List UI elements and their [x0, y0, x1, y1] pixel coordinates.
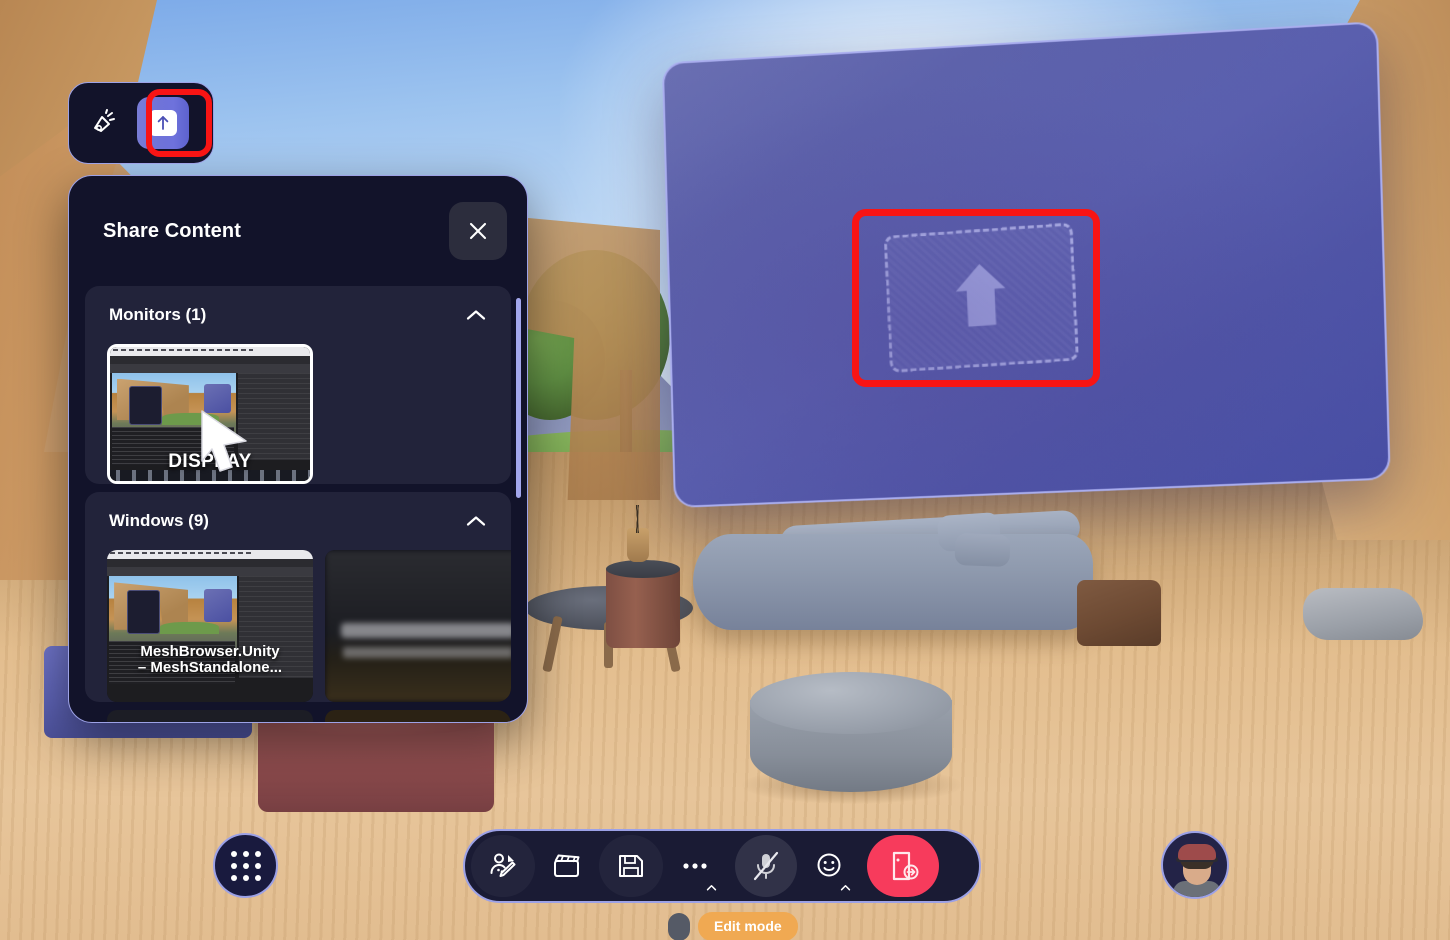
side-table-top — [606, 560, 680, 578]
share-panel-header: Share Content — [69, 176, 527, 286]
section-windows: Windows (9) MeshBrowser.Unity – MeshStan… — [85, 492, 511, 702]
mic-button[interactable] — [735, 835, 797, 897]
chevron-up-icon[interactable] — [465, 308, 487, 322]
section-windows-title: Windows (9) — [109, 511, 209, 530]
chevron-up-icon[interactable] — [840, 884, 851, 891]
monitor-thumbnail-display[interactable]: DISPLAY — [107, 344, 313, 484]
close-panel-button[interactable] — [449, 202, 507, 260]
couch-pillow-lower — [954, 533, 1011, 567]
chevron-up-icon[interactable] — [465, 514, 487, 528]
grid-dots-icon — [230, 850, 261, 881]
vase — [627, 528, 649, 562]
upload-arrow-icon — [948, 254, 1014, 339]
window-thumbnail-meshbrowser[interactable]: MeshBrowser.Unity – MeshStandalone... — [107, 550, 313, 702]
side-table — [606, 566, 680, 648]
windows-thumbnail-grid: MeshBrowser.Unity – MeshStandalone... — [85, 550, 511, 702]
shared-screen-surface[interactable] — [661, 21, 1391, 509]
smiley-icon — [817, 853, 841, 877]
window-thumbnail-overflow-a[interactable] — [107, 710, 313, 722]
section-monitors-header[interactable]: Monitors (1) — [85, 286, 511, 344]
section-windows-header[interactable]: Windows (9) — [85, 492, 511, 550]
edit-mode-label[interactable]: Edit mode — [698, 912, 798, 940]
edit-mode-toggle[interactable] — [668, 912, 690, 940]
cursor-pointer-icon — [201, 410, 247, 472]
bottom-toolbar — [463, 829, 981, 903]
couch-seat — [693, 534, 1093, 630]
section-monitors: Monitors (1) DISPLAY — [85, 286, 511, 484]
save-button[interactable] — [599, 835, 663, 897]
wooden-block — [1077, 580, 1161, 646]
share-content-button[interactable] — [137, 97, 189, 149]
window-preview-blurred — [325, 550, 511, 702]
share-upload-icon — [149, 110, 177, 136]
panel-scroll-area[interactable]: Monitors (1) DISPLAY Windows (9) MeshBro… — [69, 286, 527, 722]
avatar-pen-icon — [490, 853, 516, 877]
screen-dropzone[interactable] — [883, 222, 1080, 373]
window-thumbnail-overflow-b[interactable] — [325, 710, 511, 722]
window-thumbnail-secondary[interactable] — [325, 550, 511, 702]
app-launcher-button[interactable] — [213, 833, 278, 898]
chevron-up-icon[interactable] — [706, 884, 717, 891]
leave-door-icon — [892, 851, 919, 881]
section-monitors-title: Monitors (1) — [109, 305, 207, 324]
edit-mode-indicator: Edit mode — [668, 912, 798, 940]
reactions-button[interactable] — [77, 97, 129, 149]
leave-button[interactable] — [867, 835, 939, 897]
window-thumbnail-label: MeshBrowser.Unity – MeshStandalone... — [137, 642, 283, 676]
mesh-immersive-scene: Share Content Monitors (1) DISPLAY Windo… — [0, 0, 1450, 940]
hand-raise-icon — [94, 109, 115, 132]
panel-title: Share Content — [103, 219, 241, 242]
avatar-cap — [1178, 844, 1216, 860]
panel-scrollbar[interactable] — [516, 298, 521, 498]
decor-sticks — [629, 505, 647, 533]
close-icon — [469, 222, 487, 240]
reactions-button[interactable] — [797, 835, 861, 897]
self-avatar[interactable] — [1161, 831, 1229, 899]
floating-mini-toolbar — [68, 82, 214, 164]
scene-button[interactable] — [535, 835, 599, 897]
more-button[interactable] — [663, 835, 727, 897]
ottoman-top — [750, 672, 952, 734]
ellipsis-icon — [683, 863, 707, 869]
rock-prop — [1303, 588, 1423, 640]
avatar-edit-button[interactable] — [471, 835, 535, 897]
windows-thumbnail-grid-overflow — [85, 710, 511, 722]
monitors-thumbnail-grid: DISPLAY — [85, 344, 511, 484]
section-windows-overflow — [85, 710, 511, 722]
mic-muted-icon — [753, 851, 779, 881]
share-content-panel: Share Content Monitors (1) DISPLAY Windo… — [68, 175, 528, 723]
clapperboard-icon — [554, 854, 580, 877]
floppy-disk-icon — [619, 855, 643, 877]
